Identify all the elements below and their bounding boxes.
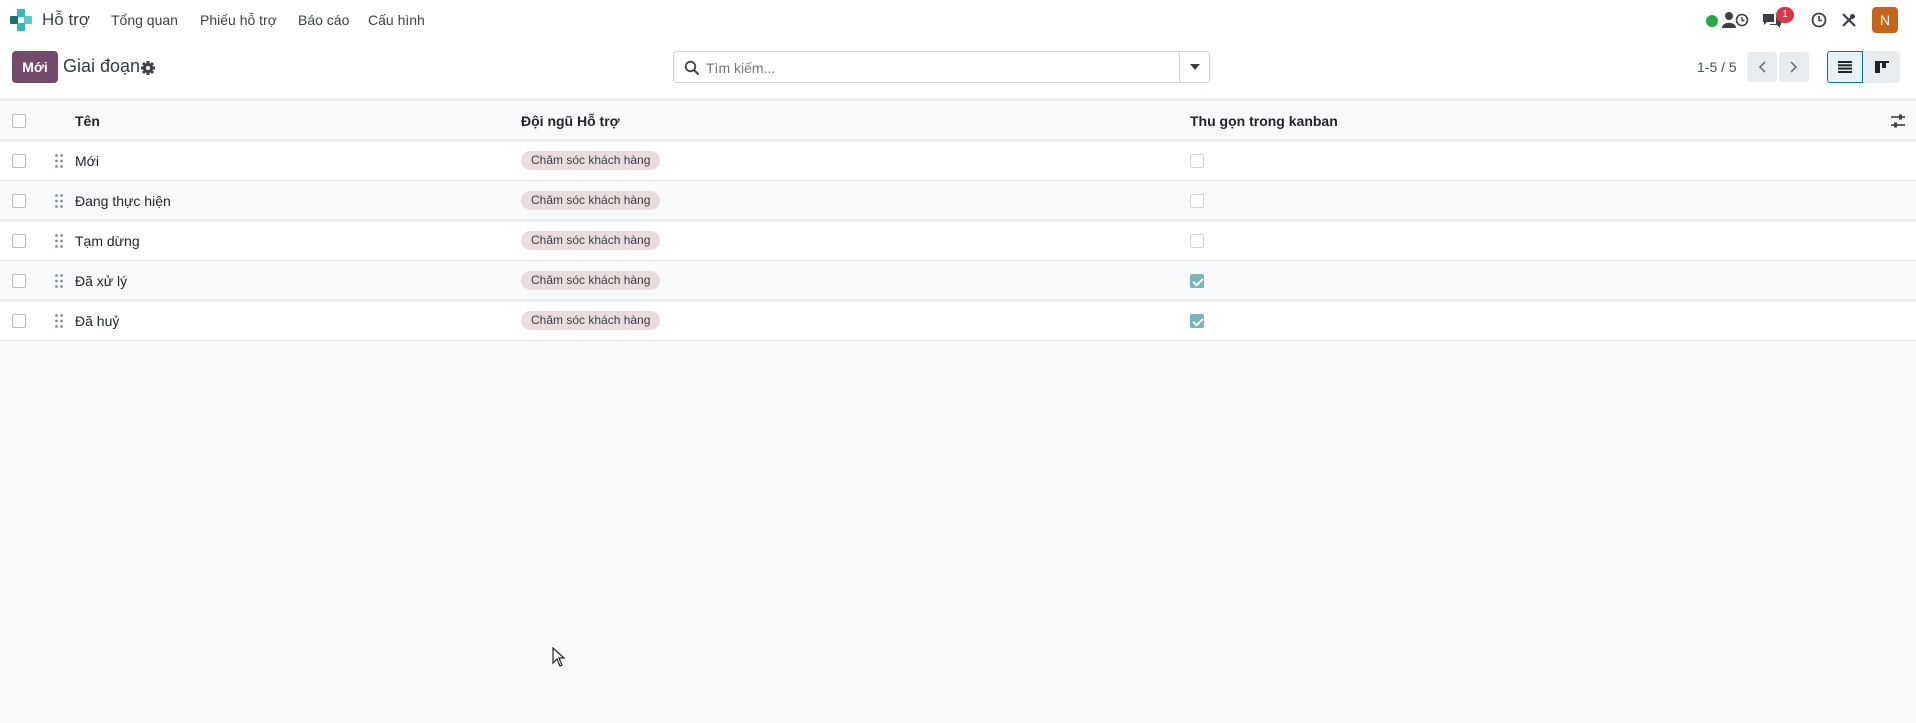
stage-name[interactable]: Mới xyxy=(75,153,99,169)
team-tag: Chăm sóc khách hàng xyxy=(521,271,661,290)
stage-name[interactable]: Đang thực hiện xyxy=(75,193,171,209)
search-input[interactable] xyxy=(706,58,1166,78)
fold-checkbox[interactable] xyxy=(1190,194,1204,208)
breadcrumb: Giai đoạn xyxy=(63,56,141,76)
fold-checkbox[interactable] xyxy=(1190,314,1204,328)
menu-reporting[interactable]: Báo cáo xyxy=(298,12,349,28)
new-button[interactable]: Mới xyxy=(12,51,58,83)
drag-handle-icon[interactable] xyxy=(54,233,64,249)
row-checkbox[interactable] xyxy=(12,274,26,288)
team-tag: Chăm sóc khách hàng xyxy=(521,191,661,210)
search-options-toggle[interactable] xyxy=(1179,52,1209,82)
clock-icon[interactable] xyxy=(1811,12,1827,28)
gear-icon[interactable] xyxy=(140,60,156,76)
mouse-cursor-icon xyxy=(552,647,566,667)
drag-handle-icon[interactable] xyxy=(54,193,64,209)
table-row[interactable]: Đã huỷ Chăm sóc khách hàng xyxy=(0,301,1916,341)
table-row[interactable]: Đang thực hiện Chăm sóc khách hàng xyxy=(0,181,1916,221)
select-all-checkbox[interactable] xyxy=(12,114,26,128)
chevron-right-icon xyxy=(1790,61,1798,73)
activity-icon[interactable] xyxy=(1722,11,1750,29)
menu-overview[interactable]: Tổng quan xyxy=(111,12,178,28)
fold-checkbox[interactable] xyxy=(1190,234,1204,248)
app-name[interactable]: Hỗ trợ xyxy=(42,10,90,30)
row-checkbox[interactable] xyxy=(12,154,26,168)
control-panel: Mới Giai đoạn 1-5 / 5 xyxy=(0,40,1916,100)
stages-list: Tên Đội ngũ Hỗ trợ Thu gọn trong kanban … xyxy=(0,101,1916,341)
helpdesk-logo-icon[interactable] xyxy=(10,9,32,31)
top-navbar: Hỗ trợ Tổng quan Phiếu hỗ trợ Báo cáo Cấ… xyxy=(0,0,1916,40)
column-fold[interactable]: Thu gọn trong kanban xyxy=(1190,113,1338,129)
table-row[interactable]: Tạm dừng Chăm sóc khách hàng xyxy=(0,221,1916,261)
row-checkbox[interactable] xyxy=(12,314,26,328)
team-tag: Chăm sóc khách hàng xyxy=(521,151,661,170)
team-tag: Chăm sóc khách hàng xyxy=(521,311,661,330)
pager-next-button[interactable] xyxy=(1779,52,1809,82)
table-row[interactable]: Mới Chăm sóc khách hàng xyxy=(0,141,1916,181)
user-avatar[interactable]: N xyxy=(1872,7,1898,33)
table-row[interactable]: Đã xử lý Chăm sóc khách hàng xyxy=(0,261,1916,301)
row-checkbox[interactable] xyxy=(12,194,26,208)
message-count-badge: 1 xyxy=(1776,7,1794,23)
stage-name[interactable]: Tạm dừng xyxy=(75,233,140,249)
row-checkbox[interactable] xyxy=(12,234,26,248)
column-name[interactable]: Tên xyxy=(75,113,100,129)
fold-checkbox[interactable] xyxy=(1190,154,1204,168)
search-box xyxy=(673,51,1210,83)
kanban-icon xyxy=(1875,61,1889,73)
table-header: Tên Đội ngũ Hỗ trợ Thu gọn trong kanban xyxy=(0,101,1916,141)
column-team[interactable]: Đội ngũ Hỗ trợ xyxy=(521,113,620,129)
fold-checkbox[interactable] xyxy=(1190,274,1204,288)
tools-icon[interactable] xyxy=(1841,12,1857,28)
drag-handle-icon[interactable] xyxy=(54,153,64,169)
menu-configuration[interactable]: Cấu hình xyxy=(368,12,425,28)
list-view-button[interactable] xyxy=(1827,51,1863,83)
search-icon xyxy=(684,60,700,76)
stage-name[interactable]: Đã xử lý xyxy=(75,273,127,289)
presence-dot-icon xyxy=(1706,15,1718,27)
pager-previous-button[interactable] xyxy=(1747,52,1777,82)
drag-handle-icon[interactable] xyxy=(54,313,64,329)
optional-columns-icon[interactable] xyxy=(1890,113,1906,129)
drag-handle-icon[interactable] xyxy=(54,273,64,289)
menu-tickets[interactable]: Phiếu hỗ trợ xyxy=(200,12,277,28)
pager-value[interactable]: 1-5 / 5 xyxy=(1697,59,1737,75)
list-icon xyxy=(1838,61,1852,73)
stage-name[interactable]: Đã huỷ xyxy=(75,313,119,329)
team-tag: Chăm sóc khách hàng xyxy=(521,231,661,250)
kanban-view-button[interactable] xyxy=(1864,51,1900,83)
caret-down-icon xyxy=(1189,64,1200,70)
chevron-left-icon xyxy=(1758,61,1766,73)
